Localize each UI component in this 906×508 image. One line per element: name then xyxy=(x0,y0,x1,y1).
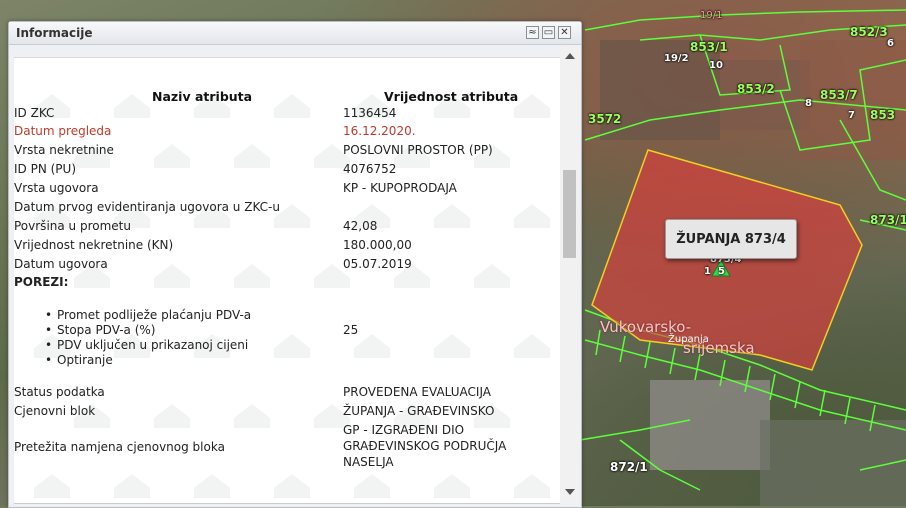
tax-item: Stopa PDV-a (%) xyxy=(45,323,156,337)
attr-name: Površina u prometu xyxy=(14,219,131,233)
scroll-down-icon[interactable] xyxy=(565,489,575,495)
panel-title: Informacije xyxy=(16,26,93,40)
attr-value: 4076752 xyxy=(343,162,397,176)
maximize-button[interactable]: ▭ xyxy=(542,26,555,39)
attr-name: Datum pregleda xyxy=(14,124,112,138)
taxes-heading: POREZI: xyxy=(14,275,69,289)
scroll-thumb[interactable] xyxy=(563,170,576,258)
maximize-icon: ▭ xyxy=(543,27,554,38)
attr-value-line: NASELJA xyxy=(343,455,394,469)
attr-name: Datum ugovora xyxy=(14,257,108,271)
attr-value: 05.07.2019 xyxy=(343,257,412,271)
attr-name: Vrsta ugovora xyxy=(14,181,99,195)
vertical-scrollbar[interactable] xyxy=(561,45,579,503)
collapse-button[interactable]: ≈ xyxy=(526,26,539,39)
attr-value-line: GP - IZGRAĐENI DIO xyxy=(343,423,465,437)
tax-value: 25 xyxy=(343,323,359,337)
info-panel: Informacije ≈ ▭ ✕ Naziv atributa Vrijedn… xyxy=(8,21,582,508)
attr-value: KP - KUPOPRODAJA xyxy=(343,181,457,195)
attr-name: Datum prvog evidentiranja ugovora u ZKC-… xyxy=(14,200,280,214)
chevron-double-up-icon: ≈ xyxy=(528,27,537,38)
attr-name: ID PN (PU) xyxy=(14,162,77,176)
scroll-up-icon[interactable] xyxy=(565,53,575,59)
parcel-label: 3572 xyxy=(588,112,622,126)
attr-name: Vrsta nekretnine xyxy=(14,143,114,157)
parcel-label: 8 xyxy=(805,98,812,109)
panel-header[interactable]: Informacije ≈ ▭ ✕ xyxy=(9,22,581,45)
parcel-label: 10 xyxy=(709,60,723,71)
attribute-table: Naziv atributa Vrijednost atributa ID ZK… xyxy=(14,57,560,503)
column-header-name: Naziv atributa xyxy=(152,89,253,104)
parcel-label: 853/7 xyxy=(820,88,858,102)
attr-name: Vrijednost nekretnine (KN) xyxy=(14,238,174,252)
region-label-2: srijemska xyxy=(683,339,755,357)
parcel-label: 1 xyxy=(704,266,711,277)
attr-value: 16.12.2020. xyxy=(343,124,416,138)
attr-name: ID ZKC xyxy=(14,106,55,120)
attr-name: Pretežita namjena cjenovnog bloka xyxy=(14,440,225,454)
tax-item: Optiranje xyxy=(45,353,113,367)
parcel-label: 19/1 xyxy=(700,10,723,21)
attr-value: 180.000,00 xyxy=(343,238,412,252)
parcel-label: 852/3 xyxy=(850,25,888,39)
close-button[interactable]: ✕ xyxy=(558,26,571,39)
attr-value: 1136454 xyxy=(343,106,397,120)
attr-value-line: GRAĐEVINSKOG PODRUČJA xyxy=(343,439,507,453)
attr-name: Cjenovni blok xyxy=(14,404,96,418)
divider xyxy=(14,503,560,504)
attr-name: Status podatka xyxy=(14,385,105,399)
parcel-label: 872/1 xyxy=(610,460,648,474)
parcel-label: 853/2 xyxy=(737,82,775,96)
attr-value: POSLOVNI PROSTOR (PP) xyxy=(343,143,493,157)
parcel-label: 5 xyxy=(718,266,725,277)
parcel-label: 873/1 xyxy=(870,213,906,227)
attr-value: 42,08 xyxy=(343,219,378,233)
parcel-label: 6 xyxy=(887,38,894,49)
parcel-label: 853 xyxy=(870,108,896,122)
parcel-label: 7 xyxy=(848,110,855,121)
attr-value: PROVEDENA EVALUACIJA xyxy=(343,385,491,399)
column-header-value: Vrijednost atributa xyxy=(384,89,519,104)
parcel-label: 19/2 xyxy=(664,53,689,64)
parcel-tooltip: ŽUPANJA 873/4 xyxy=(665,219,797,259)
tax-item: Promet podliježe plaćanju PDV-a xyxy=(45,308,251,322)
attr-value: ŽUPANJA - GRAĐEVINSKO xyxy=(343,404,495,418)
close-icon: ✕ xyxy=(560,27,569,38)
tax-item: PDV uključen u prikazanoj cijeni xyxy=(45,338,248,352)
parcel-label: 853/1 xyxy=(690,40,728,54)
